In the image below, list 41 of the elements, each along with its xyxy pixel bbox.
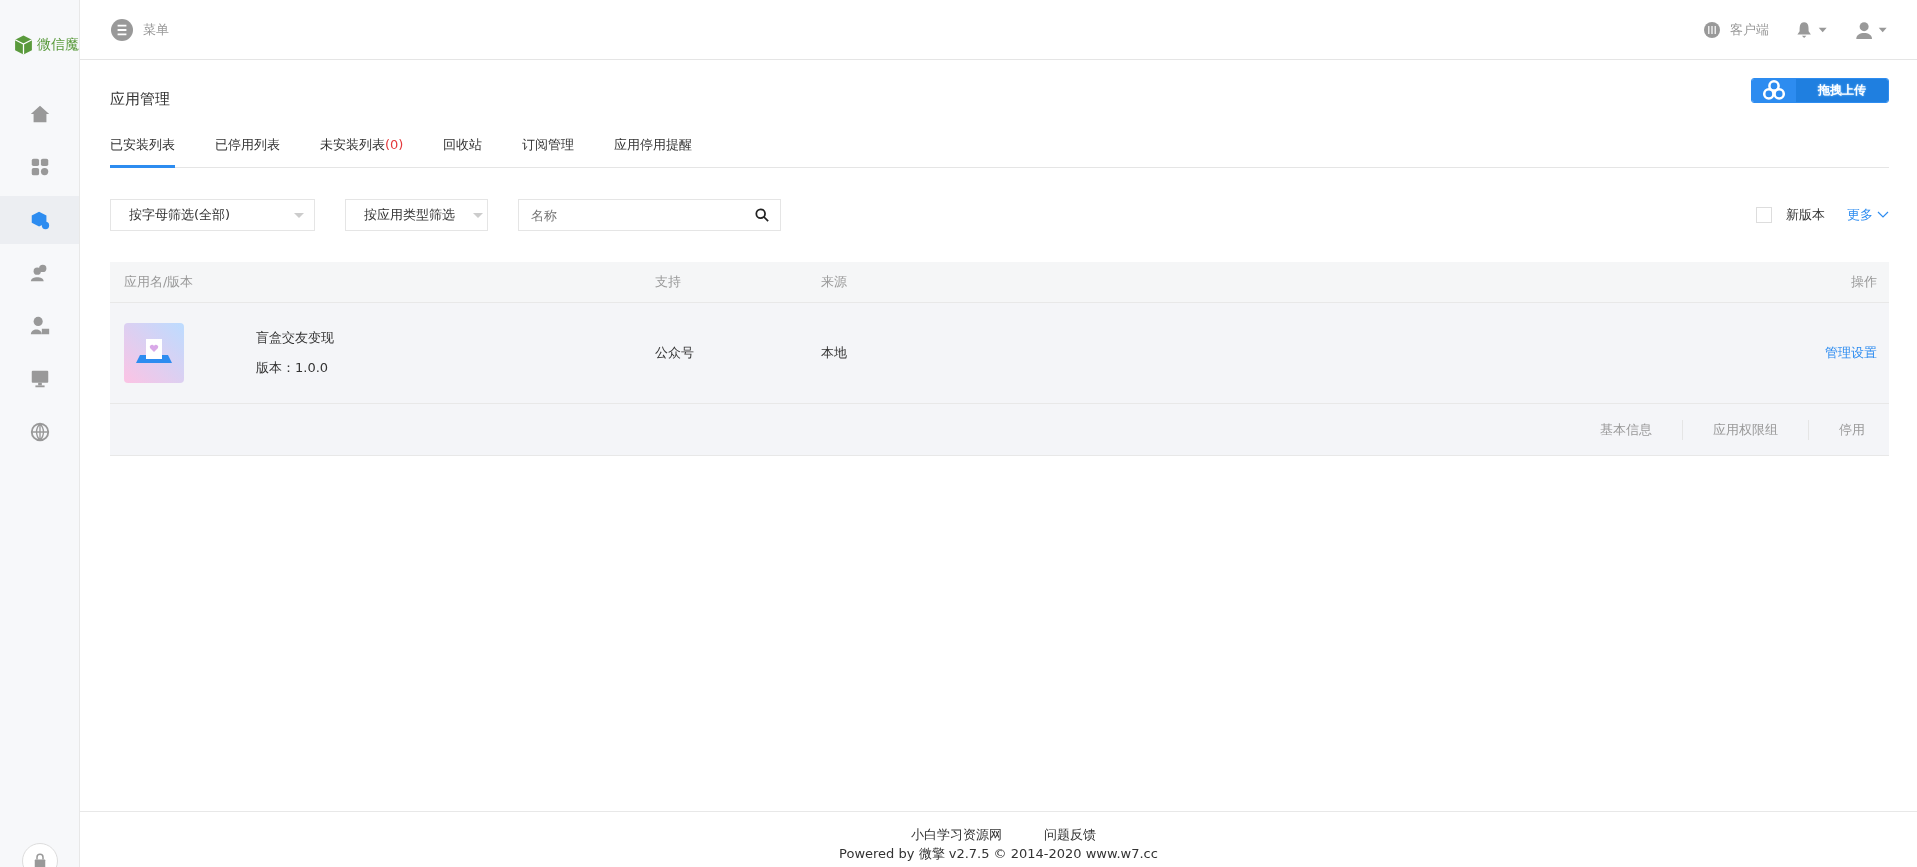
search-field[interactable]: 名称 [518,199,781,231]
letter-filter-dropdown[interactable]: 按字母筛选(全部) [110,199,315,231]
app-thumbnail-icon [124,323,184,383]
bell-icon[interactable] [1795,20,1829,39]
menu-icon [111,18,133,41]
user-lock-icon [28,315,51,337]
footer-link[interactable]: 小白学习资源网 [911,826,1002,844]
column-header: 操作 [1851,273,1878,291]
column-header: 来源 [821,273,848,291]
globe-icon [28,421,51,443]
tab[interactable]: 回收站 [443,124,483,168]
page-title: 应用管理 [110,90,170,109]
cube-logo-icon [13,34,34,56]
more-label: 更多 [1847,206,1873,224]
sidebar-module-item[interactable] [0,196,79,244]
house-icon [28,103,51,125]
table-cell-text: 本地 [821,344,848,362]
search-icon[interactable] [755,208,769,222]
table-cell-text: 公众号 [655,344,695,362]
client-label: 客户端 [1730,20,1769,39]
tab[interactable]: 订阅管理 [522,124,575,168]
tab[interactable]: 应用停用提醒 [614,124,693,168]
type-filter-dropdown[interactable]: 按应用类型筛选 [345,199,488,231]
column-header: 应用名/版本 [123,273,195,291]
brand-name: 微信魔 [37,36,79,54]
chevron-down-icon [1877,211,1889,219]
sliders-icon [1704,21,1720,38]
menu-label: 菜单 [143,20,169,39]
tab[interactable]: 未安装列表(0) [320,124,404,168]
upload-button[interactable]: 拖拽上传 [1751,78,1889,103]
cloud-icon [1752,79,1796,102]
footer-link[interactable]: 问题反馈 [1044,826,1096,844]
powered-by-text: Powered by 微擎 v2.7.5 © 2014-2020 www.w7.cc [839,846,1158,862]
new-version-checkbox[interactable] [1756,207,1772,223]
tab[interactable]: 已安装列表 [110,124,175,168]
column-header: 支持 [655,273,682,291]
new-version-label: 新版本 [1786,206,1825,224]
tab[interactable]: 已停用列表 [215,124,280,168]
app-name: 盲盒交友变现 [256,329,334,347]
user-icon[interactable] [1855,20,1889,39]
app-version: 版本：1.0.0 [256,359,330,377]
